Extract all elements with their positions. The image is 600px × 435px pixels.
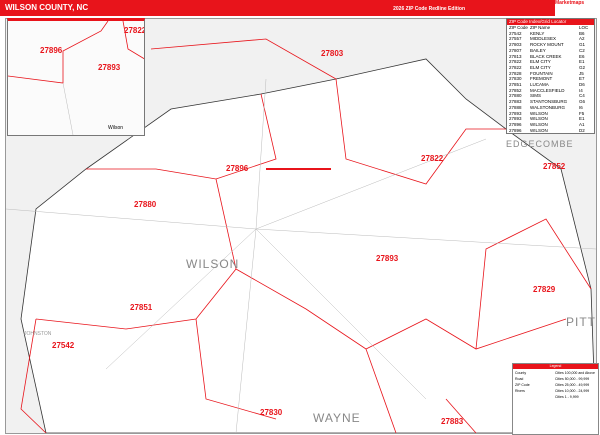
table-row: 27896 WILSON D2 [509,127,585,133]
county-label: WILSON [186,257,240,271]
county-label: PITT [566,315,596,329]
zip-label: 27542 [52,341,75,350]
county-label: JOHNSTON [24,331,52,337]
city-label: Wilson [108,125,124,131]
zip-label: 27803 [321,49,344,58]
county-label: WAYNE [313,411,361,425]
inset-map[interactable]: 27896 27893 27822 Wilson [7,18,145,136]
logo: Marketmaps [555,0,600,16]
zip-label: 27883 [441,417,464,426]
edition-label: 2026 ZIP Code Redline Edition [393,6,465,12]
zip-label: 27829 [533,285,556,294]
inset-boundaries [8,21,144,135]
legend: Legend County Road ZIP Code Rivers Cities 1… [512,363,599,435]
county-label: EDGECOMBE [506,139,574,149]
legend-item: Rivers [515,389,525,393]
zip-label: 27822 [124,26,145,35]
zip-label: 27893 [98,63,121,72]
zip-label: 27822 [421,154,444,163]
zip-index-table: ZIP Code Index/Grid Locator ZIP Code ZIP … [506,18,595,135]
map-title: WILSON COUNTY, NC [5,3,89,12]
zip-label: 27880 [134,200,157,209]
zip-label: 27896 [226,164,249,173]
zip-label: 27852 [543,162,566,171]
zip-label: 27851 [130,303,153,312]
header-bar: WILSON COUNTY, NC 2026 ZIP Code Redline … [0,0,555,16]
legend-city-size: Cities 1 - 9,999 [555,395,579,399]
zip-label: 27896 [40,46,63,55]
zip-label: 27893 [376,254,399,263]
zip-label: 27830 [260,408,283,417]
